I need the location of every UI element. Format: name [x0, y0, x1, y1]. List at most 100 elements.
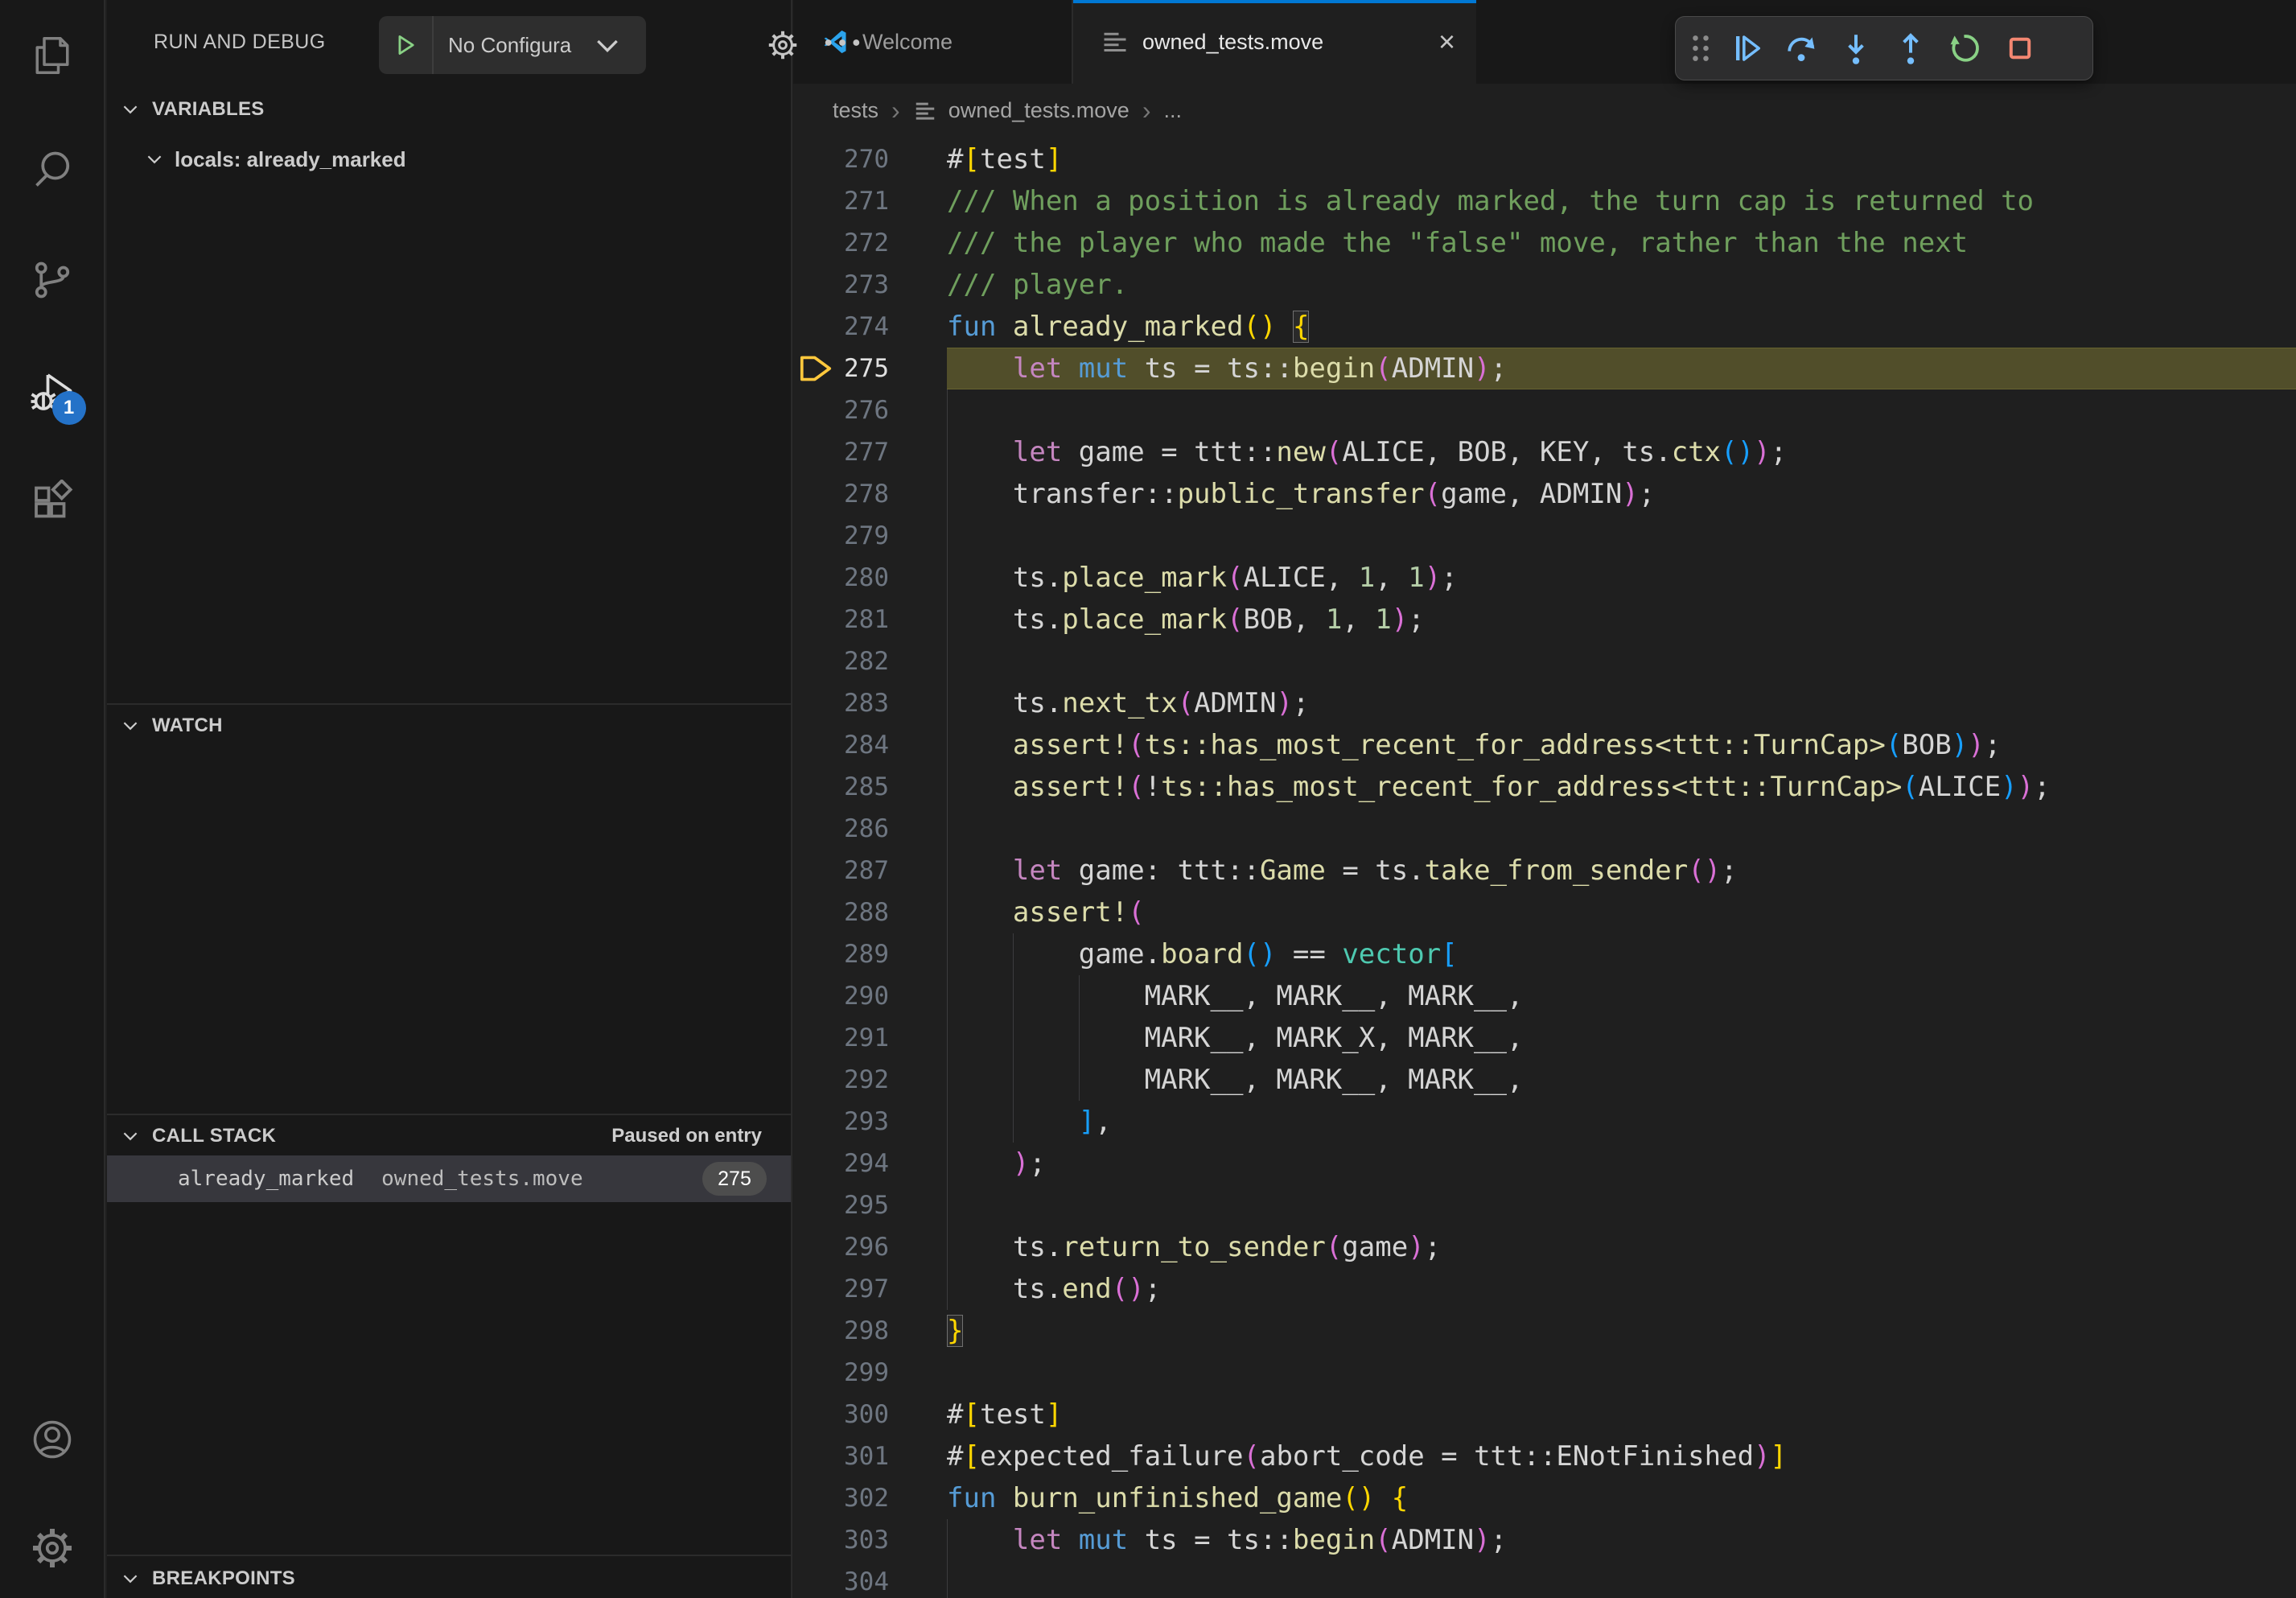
code-line-301[interactable]: 301#[expected_failure(abort_code = ttt::… [793, 1435, 2296, 1477]
restart-button[interactable] [1938, 21, 1993, 76]
line-number[interactable]: 296 [793, 1226, 889, 1268]
code-line-282[interactable]: 282 [793, 640, 2296, 682]
line-number[interactable]: 289 [793, 933, 889, 975]
code-line-290[interactable]: 290 MARK__, MARK__, MARK__, [793, 975, 2296, 1017]
code-line-286[interactable]: 286 [793, 808, 2296, 850]
breadcrumb-tests[interactable]: tests [833, 98, 878, 123]
line-number[interactable]: 287 [793, 850, 889, 892]
line-number[interactable]: 297 [793, 1268, 889, 1310]
more-actions-icon[interactable] [821, 32, 863, 58]
line-number[interactable]: 300 [793, 1394, 889, 1435]
code-line-284[interactable]: 284 assert!(ts::has_most_recent_for_addr… [793, 724, 2296, 766]
line-number[interactable]: 281 [793, 599, 889, 640]
code-line-285[interactable]: 285 assert!(!ts::has_most_recent_for_add… [793, 766, 2296, 808]
code-line-280[interactable]: 280 ts.place_mark(ALICE, 1, 1); [793, 557, 2296, 599]
line-number[interactable]: 278 [793, 473, 889, 515]
line-number[interactable]: 276 [793, 389, 889, 431]
search-icon[interactable] [28, 146, 76, 194]
line-number[interactable]: 293 [793, 1101, 889, 1143]
code-line-303[interactable]: 303 let mut ts = ts::begin(ADMIN); [793, 1519, 2296, 1561]
line-number[interactable]: 280 [793, 557, 889, 599]
code-line-271[interactable]: 271/// When a position is already marked… [793, 180, 2296, 222]
step-out-button[interactable] [1883, 21, 1938, 76]
debug-configuration-dropdown[interactable]: No Configura [379, 16, 646, 74]
breadcrumb-file[interactable]: owned_tests.move [948, 98, 1129, 123]
code-line-297[interactable]: 297 ts.end(); [793, 1268, 2296, 1310]
extensions-icon[interactable] [28, 480, 76, 528]
code-line-274[interactable]: 274fun already_marked() { [793, 306, 2296, 348]
line-number[interactable]: 273 [793, 264, 889, 306]
code-line-278[interactable]: 278 transfer::public_transfer(game, ADMI… [793, 473, 2296, 515]
code-line-299[interactable]: 299 [793, 1352, 2296, 1394]
step-into-button[interactable] [1829, 21, 1883, 76]
toolbar-drag-grip[interactable] [1682, 21, 1719, 76]
section-call-stack[interactable]: CALL STACK Paused on entry [107, 1117, 791, 1155]
line-number[interactable]: 285 [793, 766, 889, 808]
code-line-289[interactable]: 289 game.board() == vector[ [793, 933, 2296, 975]
line-number[interactable]: 292 [793, 1059, 889, 1101]
run-and-debug-icon[interactable]: 1 [28, 369, 76, 417]
code-editor[interactable]: 270#[test]271/// When a position is alre… [793, 138, 2296, 1598]
line-number[interactable]: 270 [793, 138, 889, 180]
line-number[interactable]: 294 [793, 1143, 889, 1184]
explorer-icon[interactable] [28, 31, 76, 80]
line-number[interactable]: 299 [793, 1352, 889, 1394]
code-line-277[interactable]: 277 let game = ttt::new(ALICE, BOB, KEY,… [793, 431, 2296, 473]
code-line-295[interactable]: 295 [793, 1184, 2296, 1226]
step-over-button[interactable] [1774, 21, 1829, 76]
section-breakpoints[interactable]: BREAKPOINTS [107, 1559, 791, 1598]
source-control-icon[interactable] [28, 256, 76, 304]
settings-gear-icon[interactable] [28, 1524, 76, 1572]
code-line-288[interactable]: 288 assert!( [793, 892, 2296, 933]
code-text: fun burn_unfinished_game() { [947, 1477, 1408, 1519]
line-number[interactable]: 303 [793, 1519, 889, 1561]
line-number[interactable]: 282 [793, 640, 889, 682]
line-number[interactable]: 277 [793, 431, 889, 473]
code-line-279[interactable]: 279 [793, 515, 2296, 557]
line-number[interactable]: 286 [793, 808, 889, 850]
line-number[interactable]: 284 [793, 724, 889, 766]
code-line-287[interactable]: 287 let game: ttt::Game = ts.take_from_s… [793, 850, 2296, 892]
code-line-270[interactable]: 270#[test] [793, 138, 2296, 180]
code-line-302[interactable]: 302 fun burn_unfinished_game() { [793, 1477, 2296, 1519]
line-number[interactable]: 271 [793, 180, 889, 222]
code-line-283[interactable]: 283 ts.next_tx(ADMIN); [793, 682, 2296, 724]
section-variables[interactable]: VARIABLES [107, 90, 791, 129]
code-line-296[interactable]: 296 ts.return_to_sender(game); [793, 1226, 2296, 1268]
section-watch[interactable]: WATCH [107, 706, 791, 745]
line-number[interactable]: 298 [793, 1310, 889, 1352]
continue-button[interactable] [1719, 21, 1774, 76]
code-line-276[interactable]: 276 [793, 389, 2296, 431]
line-number[interactable]: 279 [793, 515, 889, 557]
code-line-300[interactable]: 300#[test] [793, 1394, 2296, 1435]
code-line-294[interactable]: 294 ); [793, 1143, 2296, 1184]
code-line-298[interactable]: 298} [793, 1310, 2296, 1352]
close-icon[interactable]: × [1438, 27, 1455, 56]
accounts-icon[interactable] [28, 1415, 76, 1464]
code-line-281[interactable]: 281 ts.place_mark(BOB, 1, 1); [793, 599, 2296, 640]
line-number[interactable]: 291 [793, 1017, 889, 1059]
line-number[interactable]: 302 [793, 1477, 889, 1519]
line-number[interactable]: 272 [793, 222, 889, 264]
line-number[interactable]: 295 [793, 1184, 889, 1226]
call-stack-frame-row[interactable]: already_marked owned_tests.move 275 [107, 1155, 791, 1202]
line-number[interactable]: 274 [793, 306, 889, 348]
line-number[interactable]: 290 [793, 975, 889, 1017]
code-line-292[interactable]: 292 MARK__, MARK__, MARK__, [793, 1059, 2296, 1101]
tab-owned-tests-move[interactable]: owned_tests.move × [1073, 0, 1476, 84]
line-number[interactable]: 304 [793, 1561, 889, 1598]
stop-button[interactable] [1993, 21, 2047, 76]
code-line-293[interactable]: 293 ], [793, 1101, 2296, 1143]
code-line-272[interactable]: 272/// the player who made the "false" m… [793, 222, 2296, 264]
line-number[interactable]: 288 [793, 892, 889, 933]
line-number[interactable]: 283 [793, 682, 889, 724]
variables-locals-row[interactable]: locals: already_marked [107, 138, 791, 180]
code-line-304[interactable]: 304 [793, 1561, 2296, 1598]
code-line-275[interactable]: 275 let mut ts = ts::begin(ADMIN); [793, 348, 2296, 389]
breadcrumb-symbol[interactable]: ... [1163, 98, 1182, 123]
line-number[interactable]: 301 [793, 1435, 889, 1477]
debug-settings-gear-icon[interactable] [765, 27, 800, 63]
code-line-273[interactable]: 273/// player. [793, 264, 2296, 306]
start-debugging-icon[interactable] [379, 16, 434, 74]
code-line-291[interactable]: 291 MARK__, MARK_X, MARK__, [793, 1017, 2296, 1059]
